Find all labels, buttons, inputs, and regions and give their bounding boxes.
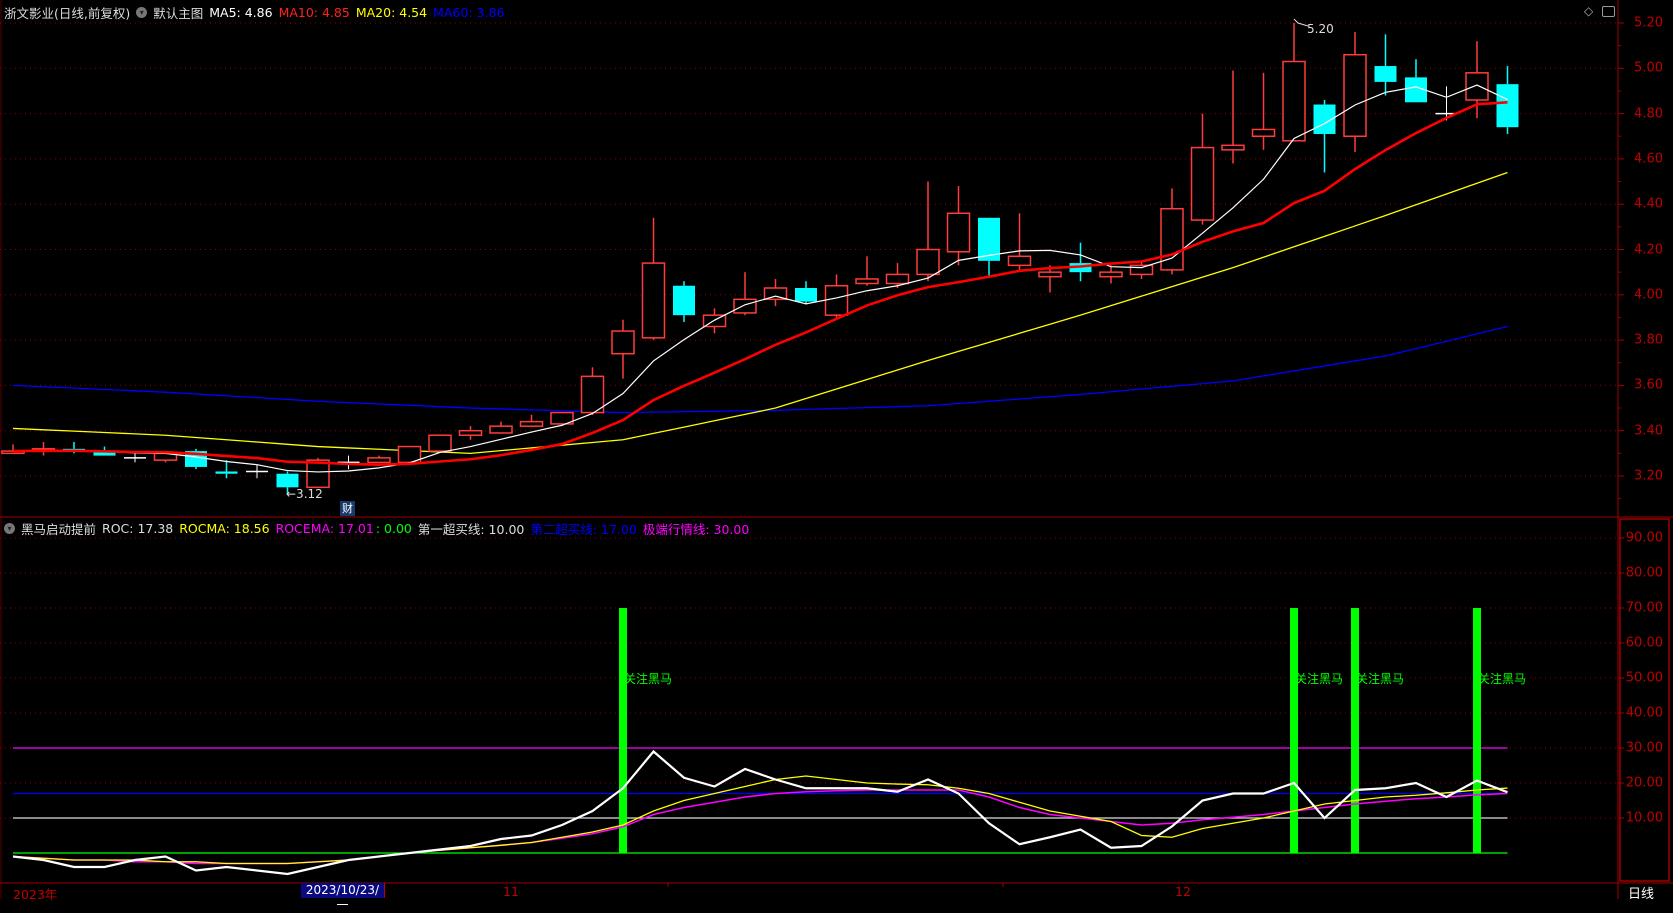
ma5-value: MA5: 4.86 bbox=[209, 5, 273, 20]
price-axis-label: 3.80 bbox=[1634, 332, 1663, 348]
chevron-down-icon[interactable]: ▾ bbox=[4, 523, 15, 534]
indicator-axis-label: 20.00 bbox=[1625, 775, 1663, 791]
indicator-axis-label: 40.00 bbox=[1625, 705, 1663, 721]
extreme-line-value: 极端行情线: 30.00 bbox=[642, 522, 750, 537]
price-axis-label: 4.40 bbox=[1634, 196, 1663, 212]
signal-bar bbox=[1290, 608, 1298, 853]
indicator-name[interactable]: 黑马启动提前 bbox=[21, 519, 96, 538]
candle-up bbox=[1282, 60, 1306, 142]
ma10-value: MA10: 4.85 bbox=[278, 5, 350, 20]
ma5-line bbox=[12, 84, 1508, 473]
rocma-line bbox=[12, 775, 1508, 865]
rocema-value: ROCEMA: 17.01 bbox=[275, 521, 374, 536]
signal-bar bbox=[1351, 608, 1359, 853]
candle-up bbox=[1343, 53, 1367, 137]
rocma-value: ROCMA: 18.56 bbox=[179, 521, 270, 536]
candle-down bbox=[276, 473, 299, 488]
low-price-label: ←3.12 bbox=[286, 487, 323, 501]
overbought-line-1-value: 第一超买线: 10.00 bbox=[417, 522, 525, 537]
price-axis-label: 4.80 bbox=[1634, 106, 1663, 122]
signal-bar bbox=[1473, 608, 1481, 853]
price-axis-label: 3.20 bbox=[1634, 468, 1663, 484]
finance-marker[interactable]: 财 bbox=[340, 501, 355, 516]
x-axis-month-11: 11 bbox=[503, 884, 519, 899]
stock-title[interactable]: 浙文影业(日线,前复权) bbox=[4, 3, 130, 22]
ma20-line bbox=[12, 171, 1508, 455]
price-axis-label: 3.40 bbox=[1634, 423, 1663, 439]
indicator-axis-label: 30.00 bbox=[1625, 740, 1663, 756]
zero-line-value: : 0.00 bbox=[375, 521, 412, 536]
roc-value: ROC: 17.38 bbox=[102, 521, 174, 536]
candle-up bbox=[611, 330, 635, 355]
price-axis-label: 5.00 bbox=[1634, 60, 1663, 76]
overbought-line-2-value: 第二超买线: 17.00 bbox=[530, 522, 637, 537]
indicator-axis-label: 80.00 bbox=[1625, 565, 1663, 581]
candle-up bbox=[916, 248, 940, 276]
candle-up bbox=[1038, 271, 1062, 278]
chevron-down-icon[interactable]: ▾ bbox=[136, 7, 148, 18]
ma60-value: MA60: 3.86 bbox=[433, 5, 505, 20]
indicator-axis-label: 60.00 bbox=[1625, 635, 1663, 651]
indicator-axis-label: 50.00 bbox=[1625, 670, 1663, 686]
high-price-label: 5.20 bbox=[1307, 22, 1334, 36]
period-button[interactable]: 日线 bbox=[1628, 883, 1654, 902]
candle-up bbox=[1251, 128, 1276, 138]
indicator-axis-label: 70.00 bbox=[1625, 600, 1663, 616]
cursor-date: 2023/10/23/一 bbox=[301, 883, 385, 912]
candle-down bbox=[795, 288, 817, 302]
main-chart-name[interactable]: 默认主图 bbox=[153, 3, 203, 22]
candle-up bbox=[1129, 264, 1154, 276]
price-axis-label: 5.20 bbox=[1634, 15, 1663, 31]
ma60-line bbox=[12, 325, 1508, 414]
candle-up bbox=[855, 278, 879, 285]
signal-label: 关注黑马 bbox=[1356, 672, 1405, 686]
candle-up bbox=[367, 457, 391, 464]
candle-up bbox=[946, 212, 971, 253]
price-axis-label: 4.20 bbox=[1634, 242, 1663, 257]
candle-up bbox=[641, 262, 666, 339]
candle-down bbox=[1374, 66, 1397, 82]
panel-toggle-icon[interactable] bbox=[1602, 6, 1615, 17]
price-axis-label: 4.00 bbox=[1634, 287, 1663, 303]
candle-up bbox=[1099, 271, 1123, 278]
signal-label: 关注黑马 bbox=[624, 672, 673, 686]
signal-label: 关注黑马 bbox=[1478, 672, 1527, 686]
candle-up bbox=[733, 298, 757, 314]
candle-up bbox=[428, 434, 452, 452]
main-chart-header: 浙文影业(日线,前复权) ▾ 默认主图 MA5: 4.86 MA10: 4.85… bbox=[4, 3, 504, 22]
indicator-header: ▾ 黑马启动提前 ROC: 17.38 ROCMA: 18.56 ROCEMA:… bbox=[4, 519, 749, 538]
candle-up bbox=[824, 284, 849, 316]
candle-up bbox=[580, 375, 605, 414]
candle-up bbox=[458, 429, 483, 436]
candle-down bbox=[673, 285, 695, 316]
x-axis-year: 2023年 bbox=[13, 887, 58, 902]
candle-up bbox=[1221, 144, 1245, 151]
x-axis-month-12: 12 bbox=[1175, 884, 1191, 899]
signal-label: 关注黑马 bbox=[1295, 672, 1344, 686]
candle-up bbox=[519, 420, 544, 427]
price-axis-label: 4.60 bbox=[1634, 151, 1663, 167]
price-axis-label: 3.60 bbox=[1634, 377, 1663, 393]
diamond-icon[interactable]: ◇ bbox=[1584, 4, 1593, 18]
candle-up bbox=[885, 273, 910, 285]
indicator-axis-label: 90.00 bbox=[1625, 530, 1663, 546]
candle-down bbox=[215, 471, 238, 474]
chart-canvas[interactable] bbox=[0, 0, 1673, 899]
candle-up bbox=[1465, 72, 1489, 101]
indicator-axis-label: 10.00 bbox=[1625, 810, 1663, 826]
signal-bar bbox=[619, 608, 627, 853]
candle-down bbox=[1496, 84, 1519, 128]
ma20-value: MA20: 4.54 bbox=[355, 5, 428, 20]
candle-up bbox=[1007, 255, 1032, 267]
candle-up bbox=[1190, 146, 1215, 221]
candle-up bbox=[489, 425, 513, 434]
